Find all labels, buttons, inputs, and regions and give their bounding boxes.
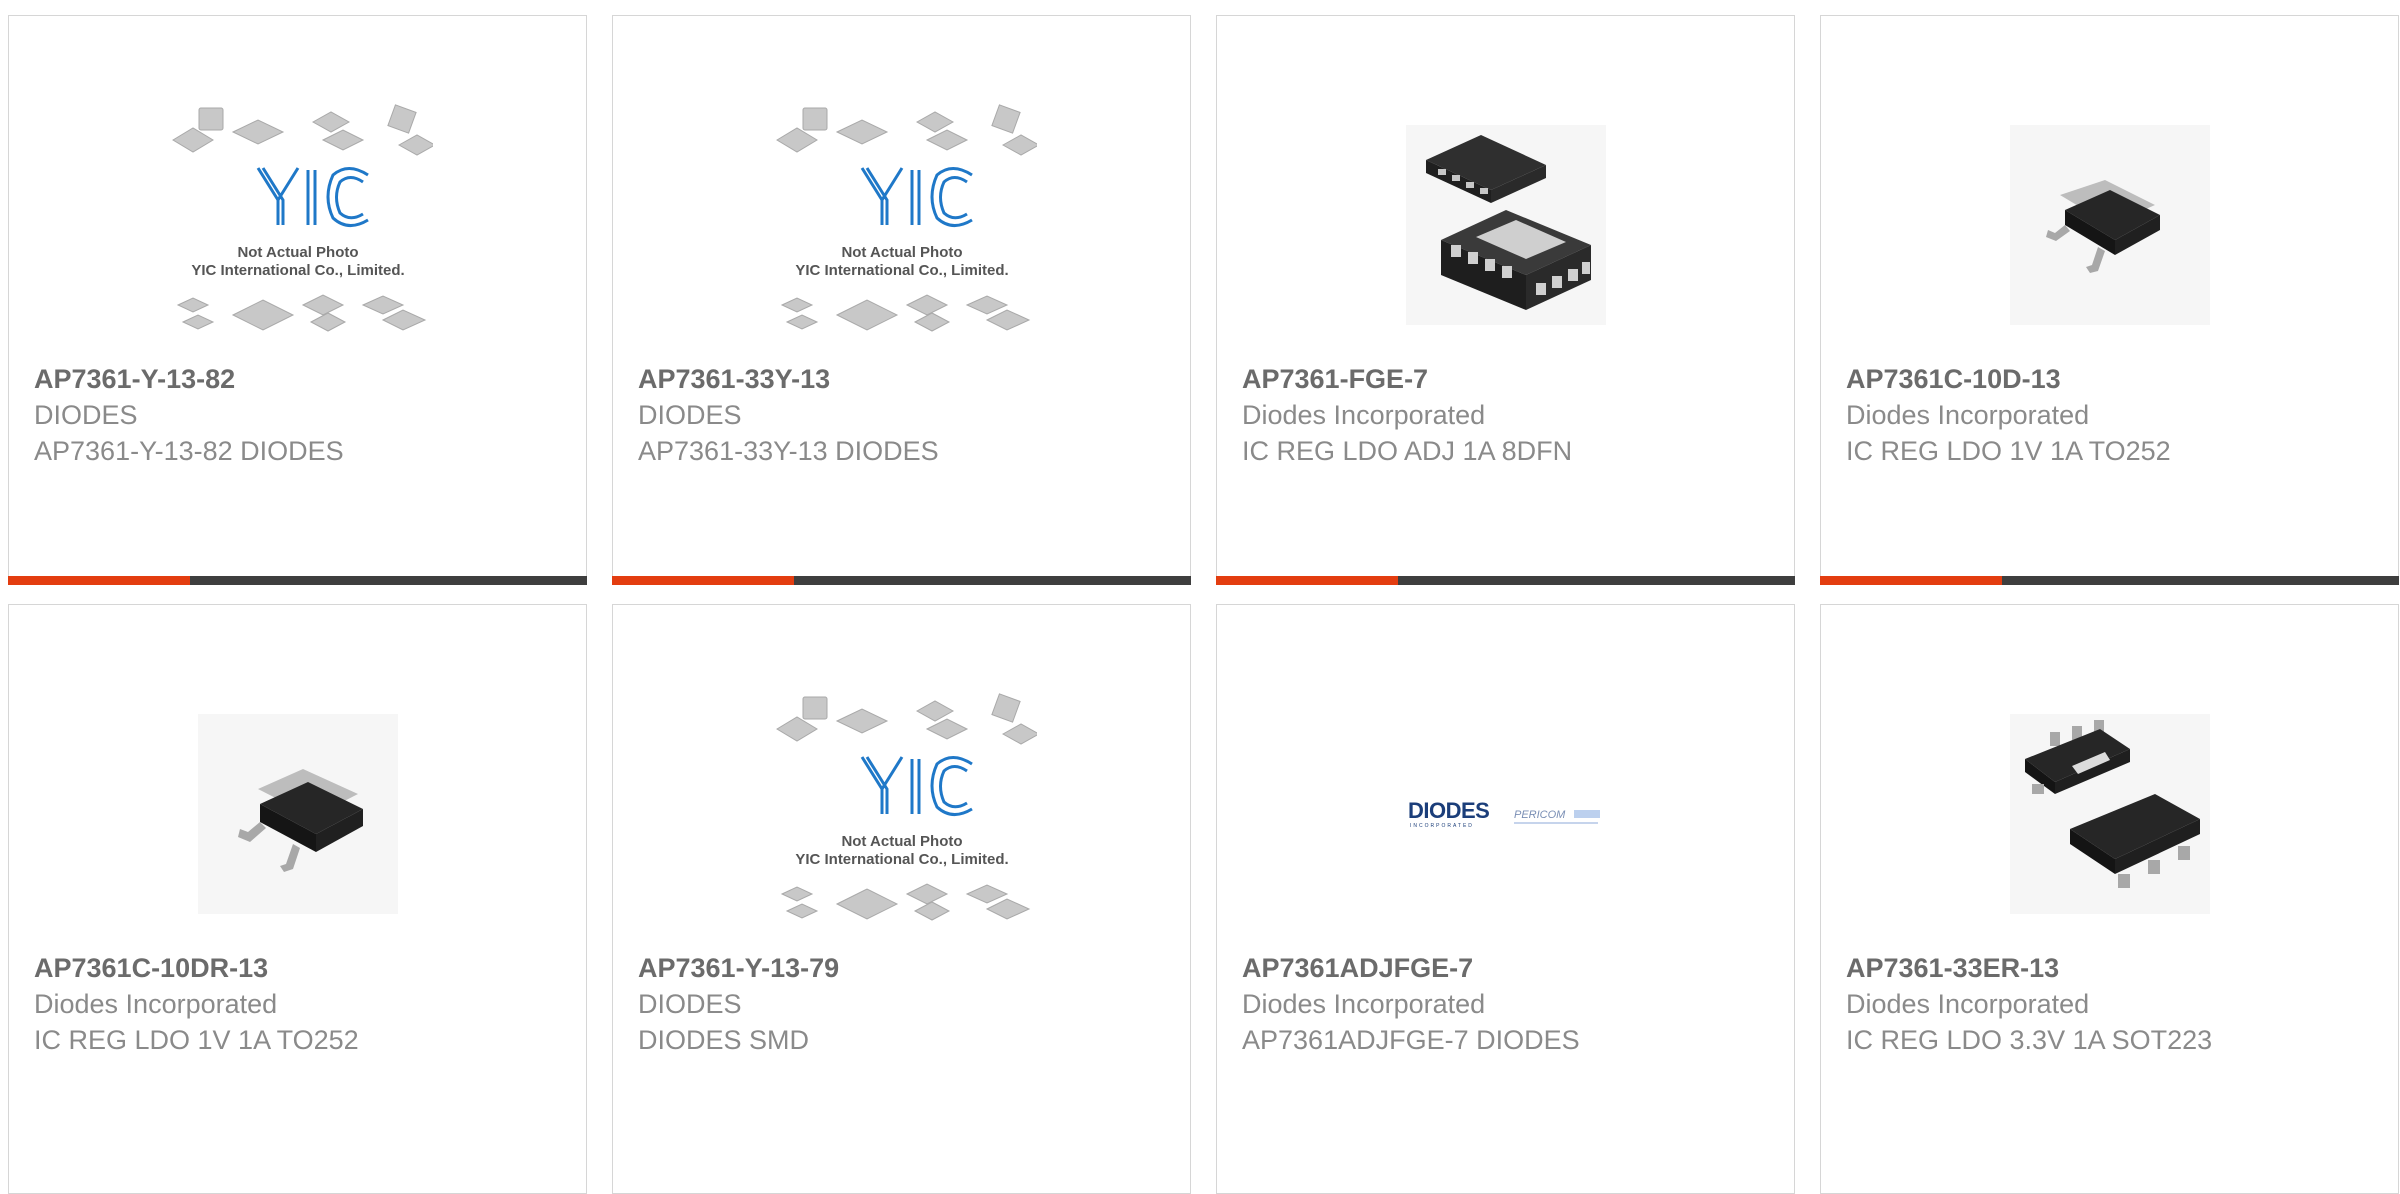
product-info: AP7361C-10D-13 Diodes Incorporated IC RE… [1846,361,2388,469]
product-image-placeholder[interactable]: Not Actual Photo YIC International Co., … [9,86,586,364]
placeholder-line2: YIC International Co., Limited. [795,851,1008,868]
product-card[interactable]: DIODES INCORPORATED PERICOM AP7361ADJFGE… [1216,604,1795,1194]
product-card[interactable]: Not Actual Photo YIC International Co., … [612,604,1191,1194]
part-number[interactable]: AP7361C-10DR-13 [34,950,576,986]
description: AP7361ADJFGE-7 DIODES [1242,1025,1580,1055]
product-image-logo[interactable]: DIODES INCORPORATED PERICOM [1217,675,1794,953]
manufacturer: DIODES [638,989,742,1019]
product-info: AP7361ADJFGE-7 Diodes Incorporated AP736… [1242,950,1784,1058]
placeholder-line2: YIC International Co., Limited. [191,262,404,279]
sot223-package-image [2009,714,2210,914]
placeholder-image: Not Actual Photo YIC International Co., … [171,104,433,332]
diodes-pericom-logo: DIODES INCORPORATED PERICOM [1408,798,1600,829]
part-number[interactable]: AP7361ADJFGE-7 [1242,950,1784,986]
dfn8-package-image [1405,125,1606,325]
description: AP7361-33Y-13 DIODES [638,436,939,466]
manufacturer: DIODES [34,400,138,430]
product-info: AP7361-33ER-13 Diodes Incorporated IC RE… [1846,950,2388,1058]
product-card[interactable]: AP7361-33ER-13 Diodes Incorporated IC RE… [1820,604,2399,1194]
card-accent [1820,576,2002,585]
product-card[interactable]: Not Actual Photo YIC International Co., … [612,15,1191,585]
description: AP7361-Y-13-82 DIODES [34,436,344,466]
to252-package-image [2009,125,2210,325]
card-bottom-bar [1216,576,1795,585]
product-card[interactable]: Not Actual Photo YIC International Co., … [8,15,587,585]
product-image-to252[interactable] [1821,86,2398,364]
placeholder-line1: Not Actual Photo [841,244,962,261]
product-image-sot223[interactable] [1821,675,2398,953]
product-card[interactable]: AP7361C-10DR-13 Diodes Incorporated IC R… [8,604,587,1194]
product-card[interactable]: AP7361C-10D-13 Diodes Incorporated IC RE… [1820,15,2399,585]
description: IC REG LDO 1V 1A TO252 [1846,436,2171,466]
manufacturer: Diodes Incorporated [1242,989,1486,1019]
product-info: AP7361C-10DR-13 Diodes Incorporated IC R… [34,950,576,1058]
diodes-logo-sub: INCORPORATED [1410,823,1474,829]
product-info: AP7361-Y-13-79 DIODES DIODES SMD [638,950,1180,1058]
placeholder-line1: Not Actual Photo [237,244,358,261]
placeholder-image: Not Actual Photo YIC International Co., … [775,104,1037,332]
placeholder-image: Not Actual Photo YIC International Co., … [775,693,1037,921]
card-accent [1216,576,1398,585]
product-image-to252[interactable] [9,675,586,953]
manufacturer: Diodes Incorporated [1242,400,1486,430]
description: IC REG LDO ADJ 1A 8DFN [1242,436,1573,466]
diodes-logo-text: DIODES [1408,798,1489,823]
part-number[interactable]: AP7361-FGE-7 [1242,361,1784,397]
part-number[interactable]: AP7361-33ER-13 [1846,950,2388,986]
placeholder-line1: Not Actual Photo [841,833,962,850]
product-info: AP7361-Y-13-82 DIODES AP7361-Y-13-82 DIO… [34,361,576,469]
product-card[interactable]: AP7361-FGE-7 Diodes Incorporated IC REG … [1216,15,1795,585]
description: DIODES SMD [638,1025,810,1055]
manufacturer: Diodes Incorporated [1846,400,2090,430]
manufacturer: DIODES [638,400,742,430]
description: IC REG LDO 3.3V 1A SOT223 [1846,1025,2213,1055]
part-number[interactable]: AP7361-Y-13-82 [34,361,576,397]
product-image-dfn8[interactable] [1217,86,1794,364]
placeholder-line2: YIC International Co., Limited. [795,262,1008,279]
part-number[interactable]: AP7361C-10D-13 [1846,361,2388,397]
description: IC REG LDO 1V 1A TO252 [34,1025,359,1055]
product-image-placeholder[interactable]: Not Actual Photo YIC International Co., … [613,675,1190,953]
manufacturer: Diodes Incorporated [34,989,278,1019]
product-image-placeholder[interactable]: Not Actual Photo YIC International Co., … [613,86,1190,364]
to252-package-image [197,714,398,914]
part-number[interactable]: AP7361-Y-13-79 [638,950,1180,986]
card-bottom-bar [1820,576,2399,585]
pericom-logo-text: PERICOM [1514,809,1566,821]
product-info: AP7361-33Y-13 DIODES AP7361-33Y-13 DIODE… [638,361,1180,469]
card-bottom-bar [612,576,1191,585]
product-grid: Not Actual Photo YIC International Co., … [0,0,2400,1194]
manufacturer: Diodes Incorporated [1846,989,2090,1019]
card-accent [612,576,794,585]
card-accent [8,576,190,585]
card-bottom-bar [8,576,587,585]
product-info: AP7361-FGE-7 Diodes Incorporated IC REG … [1242,361,1784,469]
part-number[interactable]: AP7361-33Y-13 [638,361,1180,397]
